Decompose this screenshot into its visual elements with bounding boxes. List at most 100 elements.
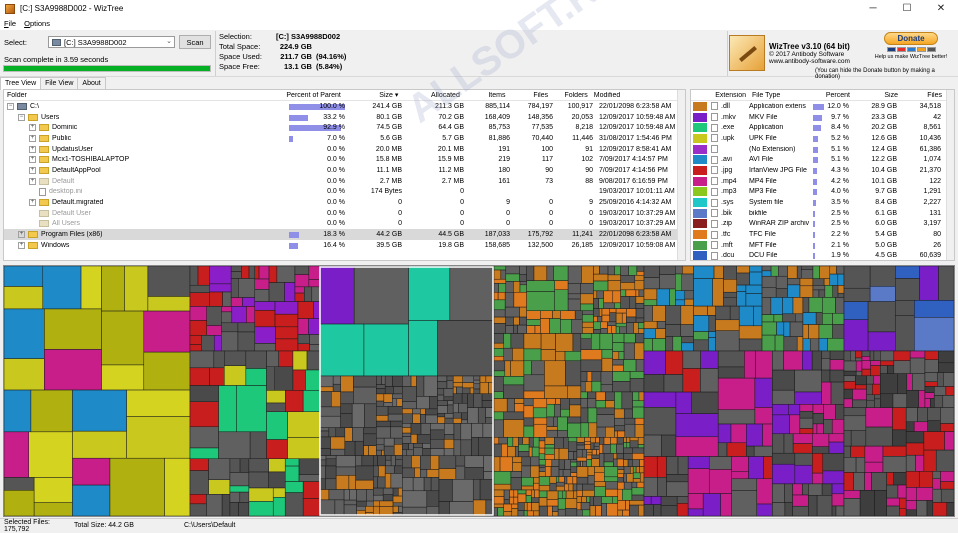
treemap-file-block[interactable] bbox=[872, 383, 881, 396]
treemap-file-block[interactable] bbox=[493, 266, 507, 271]
treemap-file-block[interactable] bbox=[924, 392, 935, 399]
treemap-file-block[interactable] bbox=[635, 333, 645, 344]
treemap-file-block[interactable] bbox=[80, 266, 102, 310]
treemap-file-block[interactable] bbox=[870, 360, 881, 366]
treemap-file-block[interactable] bbox=[620, 296, 630, 309]
treemap-file-block[interactable] bbox=[811, 350, 822, 371]
treemap-file-block[interactable] bbox=[493, 503, 505, 508]
treemap-file-block[interactable] bbox=[513, 496, 519, 505]
treemap-file-block[interactable] bbox=[895, 266, 920, 279]
treemap-file-block[interactable] bbox=[402, 386, 417, 402]
treemap-file-block[interactable] bbox=[818, 324, 833, 339]
treemap-file-block[interactable] bbox=[411, 455, 421, 469]
treemap-file-block[interactable] bbox=[519, 274, 527, 282]
treemap-file-block[interactable] bbox=[687, 508, 704, 516]
treemap-file-block[interactable] bbox=[549, 476, 557, 484]
treemap-file-block[interactable] bbox=[643, 456, 658, 478]
treemap-file-block[interactable] bbox=[376, 393, 385, 402]
treemap-file-block[interactable] bbox=[580, 293, 594, 305]
treemap-file-block[interactable] bbox=[408, 320, 438, 377]
treemap-file-block[interactable] bbox=[544, 454, 555, 460]
treemap-file-block[interactable] bbox=[533, 423, 548, 438]
treemap-file-block[interactable] bbox=[352, 427, 364, 442]
treemap-file-block[interactable] bbox=[426, 469, 440, 478]
treemap-file-block[interactable] bbox=[593, 321, 601, 330]
treemap-file-block[interactable] bbox=[874, 490, 887, 516]
treemap-file-block[interactable] bbox=[832, 313, 845, 325]
treemap-file-block[interactable] bbox=[593, 298, 599, 309]
treemap-file-block[interactable] bbox=[623, 437, 627, 443]
treemap-file-block[interactable] bbox=[812, 404, 824, 414]
treemap-file-block[interactable] bbox=[361, 455, 374, 467]
treemap-file-block[interactable] bbox=[717, 350, 745, 368]
treemap-file-block[interactable] bbox=[44, 308, 102, 350]
treemap-file-block[interactable] bbox=[617, 473, 624, 478]
treemap-file-block[interactable] bbox=[635, 296, 645, 304]
treemap-file-block[interactable] bbox=[505, 316, 514, 326]
treemap-file-block[interactable] bbox=[802, 324, 809, 340]
treemap-file-block[interactable] bbox=[443, 396, 454, 401]
treemap-file-block[interactable] bbox=[782, 297, 794, 315]
treemap-file-block[interactable] bbox=[753, 305, 763, 327]
treemap-file-block[interactable] bbox=[580, 359, 603, 372]
treemap-file-block[interactable] bbox=[354, 440, 364, 456]
treemap-file-block[interactable] bbox=[837, 273, 845, 286]
treemap-file-block[interactable] bbox=[510, 471, 522, 478]
treemap-file-block[interactable] bbox=[377, 476, 386, 489]
treemap-file-block[interactable] bbox=[604, 466, 619, 478]
treemap-file-block[interactable] bbox=[576, 460, 581, 467]
treemap-file-block[interactable] bbox=[560, 319, 572, 334]
treemap-file-block[interactable] bbox=[452, 403, 459, 414]
treemap-file-block[interactable] bbox=[221, 322, 239, 333]
treemap-file-block[interactable] bbox=[355, 465, 374, 481]
treemap-file-block[interactable] bbox=[545, 466, 552, 477]
ext-row[interactable]: .mp3 MP3 File 4.0 % 9.7 GB 1,291 bbox=[691, 187, 954, 198]
treemap-file-block[interactable] bbox=[236, 385, 267, 433]
treemap-file-block[interactable] bbox=[761, 270, 772, 277]
treemap-file-block[interactable] bbox=[829, 350, 845, 360]
treemap-file-block[interactable] bbox=[509, 489, 515, 498]
treemap-file-block[interactable] bbox=[44, 349, 102, 391]
treemap-file-block[interactable] bbox=[792, 433, 813, 444]
treemap-file-block[interactable] bbox=[787, 278, 801, 286]
treemap-file-block[interactable] bbox=[479, 479, 495, 501]
treemap-file-block[interactable] bbox=[675, 391, 692, 414]
tree-row[interactable]: + Public 7.0 % 5.6 GB 5.7 GB 81,886 70,440 11,4… bbox=[4, 133, 685, 144]
treemap-file-block[interactable] bbox=[558, 476, 565, 483]
treemap-file-block[interactable] bbox=[746, 445, 755, 457]
treemap-file-block[interactable] bbox=[580, 338, 592, 350]
treemap-file-block[interactable] bbox=[580, 381, 586, 393]
treemap-file-block[interactable] bbox=[677, 456, 689, 475]
treemap-file-block[interactable] bbox=[770, 266, 779, 277]
treemap-file-block[interactable] bbox=[325, 458, 337, 467]
treemap-file-block[interactable] bbox=[865, 426, 893, 447]
treemap-file-block[interactable] bbox=[385, 455, 392, 461]
treemap-file-block[interactable] bbox=[308, 279, 321, 288]
treemap-file-block[interactable] bbox=[828, 441, 845, 454]
treemap-file-block[interactable] bbox=[761, 275, 777, 288]
treemap-file-block[interactable] bbox=[340, 375, 354, 393]
treemap-file-block[interactable] bbox=[680, 305, 694, 325]
treemap-file-block[interactable] bbox=[422, 443, 431, 449]
treemap-file-block[interactable] bbox=[376, 420, 391, 428]
treemap-file-block[interactable] bbox=[831, 505, 837, 516]
treemap-file-block[interactable] bbox=[869, 350, 875, 361]
treemap-file-block[interactable] bbox=[693, 331, 709, 341]
treemap-file-block[interactable] bbox=[278, 350, 294, 368]
treemap-file-block[interactable] bbox=[636, 266, 645, 272]
tab-about[interactable]: About bbox=[77, 77, 106, 89]
treemap-file-block[interactable] bbox=[942, 395, 954, 408]
treemap-file-block[interactable] bbox=[560, 310, 576, 320]
treemap-file-block[interactable] bbox=[634, 275, 645, 281]
treemap-file-block[interactable] bbox=[628, 266, 638, 276]
treemap-file-block[interactable] bbox=[319, 478, 326, 490]
treemap-file-block[interactable] bbox=[650, 496, 662, 505]
treemap-file-block[interactable] bbox=[554, 403, 561, 418]
treemap-file-block[interactable] bbox=[555, 398, 561, 405]
treemap-file-block[interactable] bbox=[452, 386, 457, 394]
treemap-file-block[interactable] bbox=[430, 423, 445, 431]
treemap-file-block[interactable] bbox=[812, 453, 824, 474]
treemap-file-block[interactable] bbox=[33, 477, 73, 503]
treemap-file-block[interactable] bbox=[682, 266, 694, 275]
treemap-file-block[interactable] bbox=[623, 359, 637, 372]
